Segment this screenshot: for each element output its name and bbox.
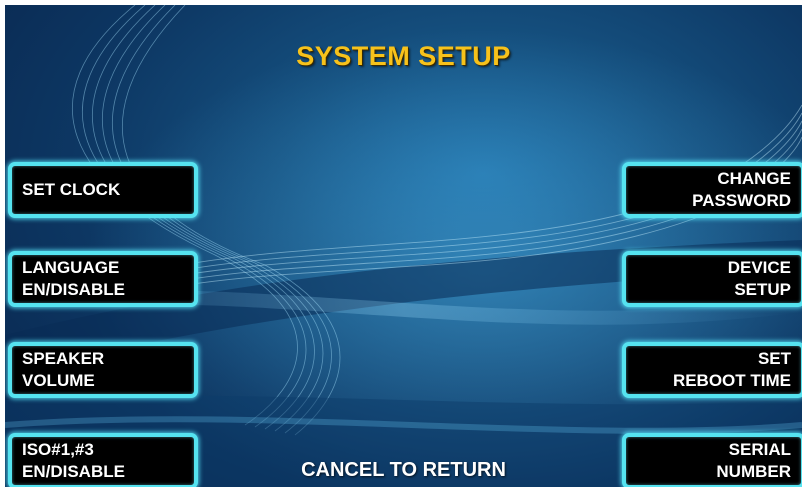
set-clock-button[interactable]: SET CLOCK xyxy=(8,162,198,218)
button-label-line2: EN/DISABLE xyxy=(22,280,125,299)
device-setup-button[interactable]: DEVICE SETUP xyxy=(622,251,802,307)
button-label-line1: SET xyxy=(757,349,791,368)
button-label-line1: DEVICE xyxy=(727,258,791,277)
cancel-to-return-prompt: CANCEL TO RETURN xyxy=(301,459,506,481)
button-label-line1: SERIAL xyxy=(728,440,791,459)
language-enable-disable-button[interactable]: LANGUAGE EN/DISABLE xyxy=(8,251,198,307)
button-label-line2: REBOOT TIME xyxy=(672,371,791,390)
atm-screen: SYSTEM SETUP SET CLOCK LANGUAGE EN/DISAB… xyxy=(5,5,802,487)
button-label-line2: PASSWORD xyxy=(692,191,791,210)
speaker-volume-button[interactable]: SPEAKER VOLUME xyxy=(8,342,198,398)
change-password-button[interactable]: CHANGE PASSWORD xyxy=(622,162,802,218)
button-label-line1: ISO#1,#3 xyxy=(22,440,94,459)
button-label-line1: SPEAKER xyxy=(22,349,105,368)
background-art xyxy=(5,5,802,487)
set-reboot-time-button[interactable]: SET REBOOT TIME xyxy=(622,342,802,398)
button-label-line1: CHANGE xyxy=(717,169,791,188)
button-label-line2: SETUP xyxy=(734,280,791,299)
button-label-line1: LANGUAGE xyxy=(22,258,120,277)
button-label-line1: SET CLOCK xyxy=(22,180,121,199)
button-label-line2: VOLUME xyxy=(22,371,95,390)
page-title: SYSTEM SETUP xyxy=(296,41,511,71)
